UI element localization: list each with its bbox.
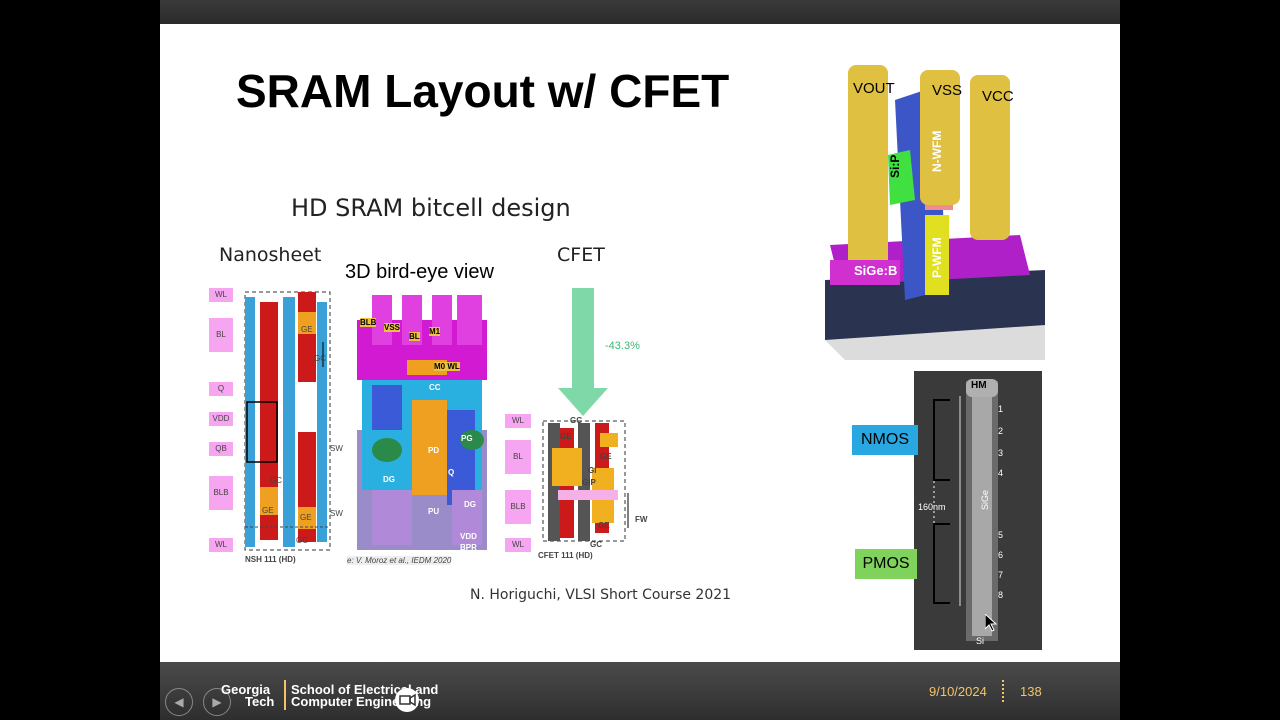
- cfet-tag-ge-2: GE: [600, 452, 612, 461]
- be-tag-m1: M1: [429, 327, 441, 336]
- be-tag-blb: BLB: [360, 318, 377, 327]
- label-qb: QB: [209, 442, 233, 456]
- birdeye-source: e: V. Moroz et al., IEDM 2020: [347, 556, 452, 565]
- tem-n3: 3: [998, 448, 1004, 458]
- vss-label: VSS: [932, 82, 963, 99]
- tem-n6: 6: [998, 550, 1004, 560]
- label-q: Q: [209, 382, 233, 396]
- cfet-label-wl-bottom: WL: [505, 538, 531, 552]
- cfet-tag-gc-bottom: GC: [590, 540, 602, 549]
- credit-text: N. Horiguchi, VLSI Short Course 2021: [470, 587, 732, 603]
- birdeye-label: 3D bird-eye view: [345, 261, 494, 283]
- label-bl: BL: [209, 318, 233, 352]
- cfet-label-wl-top: WL: [505, 414, 531, 428]
- sip-label: Si:P: [888, 154, 902, 178]
- tem-hm: HM: [971, 380, 987, 391]
- cfet-caption: CFET 111 (HD): [538, 551, 593, 560]
- nwfm-label: N-WFM: [930, 130, 944, 172]
- cfet-tag-gc-top: GC: [570, 416, 582, 425]
- nmos-badge: NMOS: [852, 425, 918, 455]
- area-reduction-arrow: [558, 288, 608, 416]
- cfet-3d-device-figure: [825, 65, 1045, 360]
- tem-n2: 2: [998, 426, 1004, 436]
- be-tag-q: Q: [448, 468, 455, 477]
- cfet-tag-ge-1: GE: [560, 432, 572, 441]
- vout-label: VOUT: [853, 80, 895, 97]
- tem-sige: SiGe: [980, 489, 990, 510]
- nsh-tag-ge-top: GE: [301, 325, 313, 334]
- tem-n4: 4: [998, 468, 1004, 478]
- be-tag-bl: BL: [409, 332, 420, 341]
- label-wl-bottom: WL: [209, 538, 233, 552]
- tem-n7: 7: [998, 570, 1004, 580]
- nsh-caption: NSH 111 (HD): [245, 555, 296, 564]
- label-wl-top: WL: [209, 288, 233, 302]
- cfet-tag-fw: FW: [635, 515, 648, 524]
- be-tag-cc: CC: [429, 383, 441, 392]
- slide-number: 138: [1020, 684, 1042, 699]
- be-tag-bpr: BPR: [460, 543, 477, 552]
- tem-n8: 8: [998, 590, 1004, 600]
- figure-title: HD SRAM bitcell design: [291, 194, 571, 222]
- be-tag-pg: PG: [461, 434, 473, 443]
- pmos-badge: PMOS: [855, 549, 917, 579]
- cfet-tag-gip: GIP: [582, 478, 596, 487]
- cfet-label-blb: BLB: [505, 490, 531, 524]
- birdeye-3d-figure: [357, 295, 487, 550]
- be-tag-vss: VSS: [384, 323, 401, 332]
- cfet-tag-gi: GI: [588, 466, 597, 475]
- be-tag-dg-left: DG: [383, 475, 395, 484]
- label-vdd: VDD: [209, 412, 233, 426]
- cfet-label: CFET: [557, 244, 605, 266]
- be-tag-pd: PD: [428, 446, 440, 455]
- cfet-label-bl: BL: [505, 440, 531, 474]
- nanosheet-label: Nanosheet: [219, 244, 322, 266]
- cfet-tag-ge-3: GE: [598, 521, 610, 530]
- label-blb: BLB: [209, 476, 233, 510]
- nsh-tag-gc-bottom: GC: [296, 536, 308, 545]
- tem-si: Si: [976, 636, 985, 646]
- gt-logo: Georgia Tech: [221, 683, 275, 709]
- slide-title: SRAM Layout w/ CFET: [236, 65, 730, 117]
- be-tag-vdd: VDD: [460, 532, 477, 541]
- be-tag-m0wl: M0 WL: [434, 362, 460, 371]
- nsh-tag-ge-lower-left: GE: [262, 506, 274, 515]
- footer-date: 9/10/2024: [929, 684, 987, 699]
- reduction-text: -43.3%: [605, 340, 640, 352]
- camera-icon[interactable]: [395, 688, 419, 712]
- previous-slide-button[interactable]: ◀: [165, 688, 193, 716]
- tem-n5: 5: [998, 530, 1004, 540]
- be-tag-dg-right: DG: [464, 500, 476, 509]
- nsh-tag-sw-lower: SW: [330, 509, 343, 518]
- tem-n1: 1: [998, 404, 1004, 414]
- nsh-tag-gc: GC: [314, 354, 326, 363]
- tem-brackets: [933, 399, 950, 604]
- pwfm-label: P-WFM: [930, 237, 944, 278]
- be-tag-pu: PU: [428, 507, 440, 516]
- logo-divider: [284, 680, 286, 710]
- nsh-tag-ge-lower-right: GE: [300, 513, 312, 522]
- vcc-label: VCC: [982, 88, 1014, 105]
- mouse-cursor-icon: [985, 614, 997, 632]
- nsh-tag-gc-mid: GC: [270, 476, 282, 485]
- window-top-bar: [160, 0, 1120, 24]
- sigeb-label: SiGe:B: [854, 263, 898, 278]
- footer-separator: [1002, 680, 1006, 702]
- logo-line2: Tech: [245, 694, 275, 709]
- nsh-tag-sw-upper: SW: [330, 444, 343, 453]
